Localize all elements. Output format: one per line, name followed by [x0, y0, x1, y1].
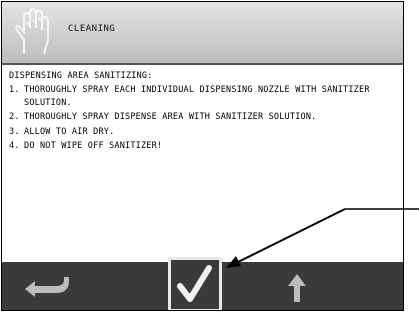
up-arrow-icon[interactable]: [282, 272, 312, 304]
step-item: 1. THOROUGHLY SPRAY EACH INDIVIDUAL DISP…: [9, 84, 399, 109]
step-number: 2.: [9, 112, 20, 123]
screen-title: CLEANING: [68, 24, 116, 34]
instructions-heading: DISPENSING AREA SANITIZING:: [9, 71, 153, 81]
checkmark-icon: [177, 265, 212, 302]
display-screen: CLEANING DISPENSING AREA SANITIZING: 1. …: [1, 1, 404, 311]
step-text: THOROUGHLY SPRAY EACH INDIVIDUAL DISPENS…: [24, 85, 370, 108]
instructions: DISPENSING AREA SANITIZING: 1. THOROUGHL…: [9, 70, 399, 152]
confirm-button[interactable]: [168, 257, 222, 310]
step-text: ALLOW TO AIR DRY.: [24, 126, 115, 137]
back-arrow-icon[interactable]: [22, 274, 72, 300]
step-text: DO NOT WIPE OFF SANITIZER!: [24, 141, 163, 152]
step-number: 3.: [9, 126, 20, 137]
step-number: 1.: [9, 85, 20, 96]
step-item: 2. THOROUGHLY SPRAY DISPENSE AREA WITH S…: [9, 111, 399, 123]
footer-bar: [2, 257, 403, 310]
header-divider: [2, 63, 403, 65]
header-bar: CLEANING: [2, 2, 403, 63]
step-item: 4. DO NOT WIPE OFF SANITIZER!: [9, 140, 399, 152]
step-text: THOROUGHLY SPRAY DISPENSE AREA WITH SANI…: [24, 112, 317, 123]
step-number: 4.: [9, 141, 20, 152]
hand-icon: [15, 8, 49, 55]
step-item: 3. ALLOW TO AIR DRY.: [9, 126, 399, 138]
